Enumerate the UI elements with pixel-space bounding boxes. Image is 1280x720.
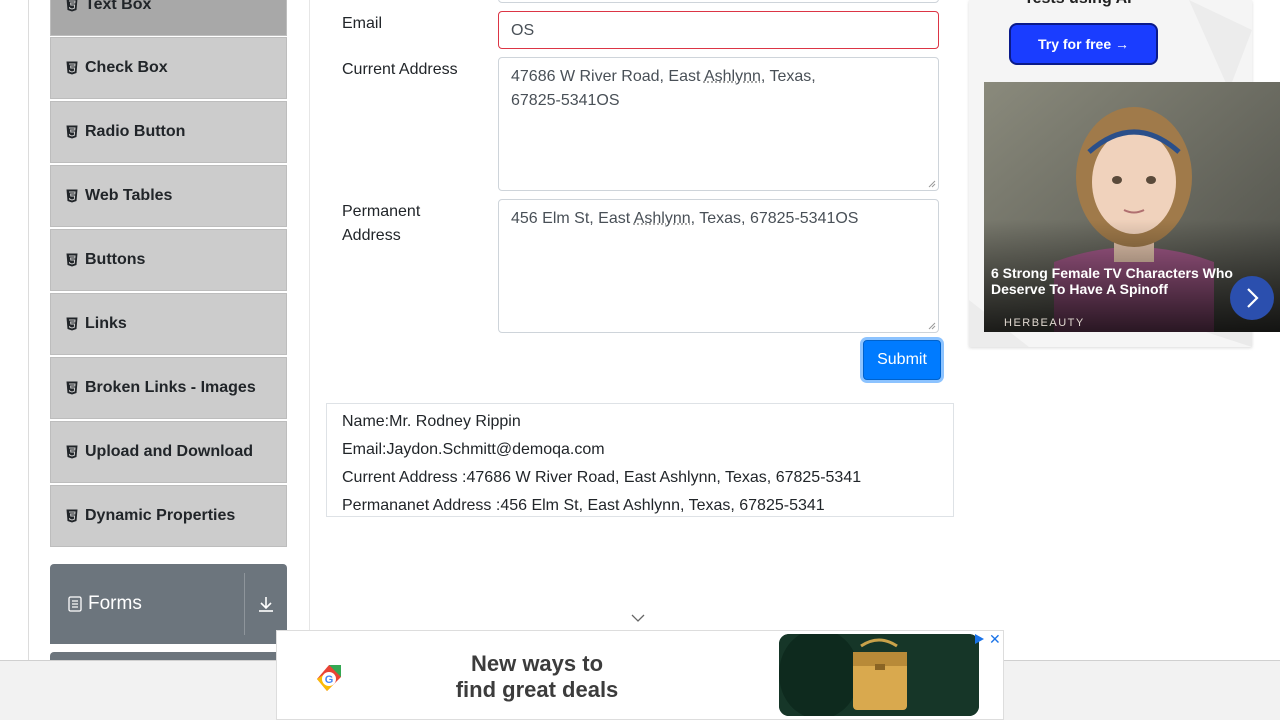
output-current-address: Current Address :47686 W River Road, Eas… — [342, 469, 862, 486]
left-rail — [28, 0, 29, 660]
email-field[interactable]: OS — [498, 11, 939, 49]
ad-headline-line1: New ways to — [470, 651, 604, 676]
html5-icon — [66, 381, 80, 395]
output-email: Email:Jaydon.Schmitt@demoqa.com — [342, 441, 605, 458]
adchoices-icon[interactable] — [973, 633, 985, 645]
sidebar-item-label: Links — [85, 315, 127, 332]
sidebar-item-label: Radio Button — [85, 123, 186, 140]
email-value: OS — [511, 22, 535, 39]
sidebar-item-label: Check Box — [85, 59, 168, 76]
current-address-text: 47686 W River Road, East — [511, 68, 704, 85]
permanent-address-label-line1: Permanent — [342, 203, 421, 220]
sidebar-item-label: Broken Links - Images — [85, 379, 256, 396]
page: Text Box Check Box Radio Button Web Tables B… — [0, 0, 1280, 720]
output-name: Name:Mr. Rodney Rippin — [342, 413, 521, 430]
google-tag-icon: G — [317, 665, 341, 691]
sidebar-item-label: Upload and Download — [85, 443, 253, 460]
chevron-down-icon[interactable] — [630, 612, 646, 624]
try-for-free-button[interactable]: Try for free → — [1011, 25, 1156, 63]
ad-photo[interactable]: 6 Strong Female TV Characters Who Deserv… — [984, 82, 1280, 332]
html5-icon — [66, 317, 80, 331]
current-address-field[interactable]: 47686 W River Road, East Ashlynn, Texas,… — [498, 57, 939, 191]
sidebar-item-label: Web Tables — [85, 187, 173, 204]
spelling-underline: Ashlynn — [633, 210, 691, 227]
output-panel: Name:Mr. Rodney Rippin Email:Jaydon.Schm… — [326, 403, 954, 517]
resize-grip-icon[interactable] — [928, 180, 936, 188]
sidebar-item[interactable]: Text Box — [50, 0, 287, 36]
sidebar-item-label: Buttons — [85, 251, 146, 268]
html5-icon — [66, 61, 80, 75]
html5-icon — [66, 0, 80, 12]
ad-bottom-banner[interactable]: G New ways to find great deals ✕ — [276, 630, 1004, 720]
permanent-address-text-end: , Texas, 67825-5341OS — [690, 210, 859, 227]
forms-group-header[interactable]: Forms — [50, 564, 287, 644]
html5-icon — [66, 253, 80, 267]
ad-caption: 6 Strong Female TV Characters Who Deserv… — [991, 265, 1233, 297]
sidebar-item[interactable]: Links — [50, 293, 287, 355]
close-icon[interactable]: ✕ — [989, 631, 1001, 648]
permanent-address-field[interactable]: 456 Elm St, East Ashlynn, Texas, 67825-5… — [498, 199, 939, 333]
svg-text:G: G — [325, 674, 334, 686]
submit-button[interactable]: Submit — [863, 340, 941, 380]
document-icon — [68, 596, 82, 612]
ad-top-text: Tests using AI — [1024, 0, 1132, 8]
permanent-address-label-line2: Address — [342, 227, 401, 244]
html5-icon — [66, 509, 80, 523]
download-icon[interactable] — [245, 595, 287, 613]
ad-product-image — [779, 634, 979, 716]
chevron-right-icon[interactable] — [1230, 276, 1274, 320]
handbag-illustration — [779, 634, 979, 716]
sidebar-item[interactable]: Radio Button — [50, 101, 287, 163]
forms-group-label-wrap: Forms — [50, 593, 244, 615]
sidebar-item[interactable]: Upload and Download — [50, 421, 287, 483]
permanent-address-text: 456 Elm St, East — [511, 210, 634, 227]
sidebar-item-label: Text Box — [85, 0, 152, 13]
sidebar-item[interactable]: Check Box — [50, 37, 287, 99]
ad-headline-line2: find great deals — [455, 677, 619, 702]
sidebar-item[interactable]: Broken Links - Images — [50, 357, 287, 419]
permanent-address-label: Permanent Address — [342, 200, 420, 248]
html5-icon — [66, 445, 80, 459]
resize-grip-icon[interactable] — [928, 322, 936, 330]
current-address-text-end: , Texas, — [760, 68, 816, 85]
column-divider — [309, 0, 310, 660]
ad-headline: New ways to find great deals — [437, 651, 637, 703]
sidebar-item[interactable]: Buttons — [50, 229, 287, 291]
spelling-underline: Ashlynn — [703, 68, 761, 85]
current-address-text-line2: 67825-5341OS — [511, 92, 620, 109]
full-name-field-edge[interactable] — [498, 0, 939, 3]
sidebar-item[interactable]: Dynamic Properties — [50, 485, 287, 547]
email-label: Email — [342, 15, 383, 32]
ad-brand: HERBEAUTY — [1004, 317, 1085, 329]
html5-icon — [66, 189, 80, 203]
forms-group-label: Forms — [88, 593, 142, 614]
sidebar-item-label: Dynamic Properties — [85, 507, 236, 524]
html5-icon — [66, 125, 80, 139]
output-permanent-address: Permananet Address :456 Elm St, East Ash… — [342, 497, 825, 514]
current-address-label: Current Address — [342, 61, 458, 78]
sidebar-item[interactable]: Web Tables — [50, 165, 287, 227]
